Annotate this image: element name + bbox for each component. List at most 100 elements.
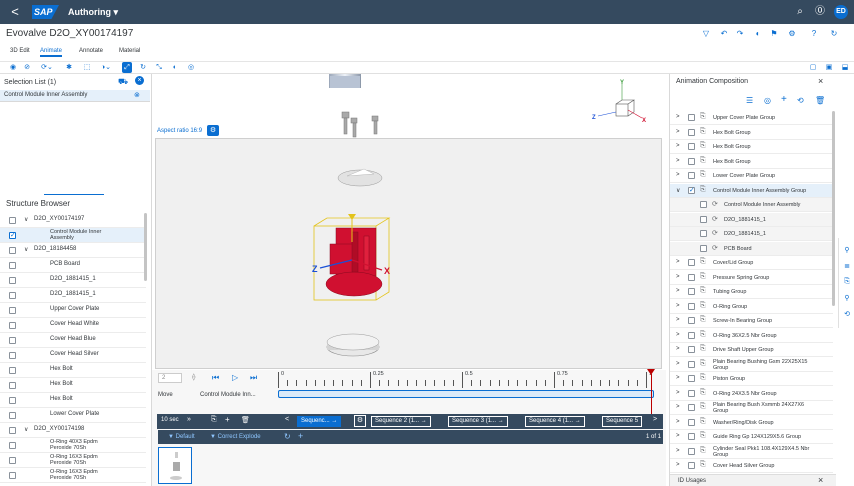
expand-icon[interactable]: » <box>187 416 191 423</box>
row-checkbox[interactable] <box>700 215 707 223</box>
expand-caret-icon[interactable]: > <box>676 404 680 410</box>
row-checkbox[interactable] <box>700 244 707 252</box>
structure-row[interactable]: O-Ring 40X3 Epdm Peroxide 70Sh <box>0 438 146 453</box>
animation-row[interactable]: > ⎘ Hex Bolt Group <box>670 140 833 154</box>
expand-caret-icon[interactable]: ∨ <box>676 187 680 194</box>
copy-icon[interactable]: ⎘ <box>211 416 217 424</box>
expand-caret-icon[interactable]: > <box>676 114 680 120</box>
expand-caret-icon[interactable]: > <box>676 361 680 367</box>
expand-caret-icon[interactable]: > <box>676 317 680 323</box>
play-icon[interactable]: ▷ <box>232 373 238 382</box>
color-tool-icon[interactable]: ◎ <box>186 62 196 73</box>
remove-icon[interactable]: ⊗ <box>134 91 140 99</box>
row-checkbox[interactable] <box>688 404 695 411</box>
structure-row[interactable]: Control Module Inner Assembly <box>0 228 146 243</box>
playhead-handle[interactable] <box>647 369 655 375</box>
app-title-menu[interactable]: Authoring ▾ <box>68 6 118 18</box>
layers-icon[interactable]: ≣ <box>842 262 852 272</box>
row-checkbox[interactable] <box>9 277 16 284</box>
row-checkbox[interactable] <box>9 382 16 389</box>
row-checkbox[interactable] <box>688 186 695 194</box>
row-checkbox[interactable] <box>9 472 16 479</box>
row-checkbox[interactable] <box>9 262 16 269</box>
row-checkbox[interactable] <box>688 462 695 469</box>
structure-row[interactable]: PCB Board <box>0 258 146 273</box>
row-checkbox[interactable] <box>688 389 695 397</box>
explode-icon[interactable]: ✱ <box>64 62 74 73</box>
animation-row[interactable]: > ⎘ Guide Ring Gp 124X129X5.6 Group <box>670 430 833 444</box>
target-icon[interactable]: ◎ <box>764 96 771 105</box>
animation-row[interactable]: > ⎘ Cylinder Seal Pkk1 108.4X129X4.5 Nbr G… <box>670 445 833 459</box>
animation-scrollbar[interactable] <box>832 111 835 306</box>
row-checkbox[interactable] <box>9 397 16 404</box>
tab-animate[interactable]: Animate <box>40 46 63 57</box>
expand-caret-icon[interactable]: > <box>676 448 680 454</box>
structure-row[interactable]: Lower Cover Plate <box>0 408 146 423</box>
expand-caret-icon[interactable]: > <box>676 303 680 309</box>
animation-row[interactable]: > ⎘ Lower Cover Plate Group <box>670 169 833 183</box>
history-icon[interactable]: ⟲ <box>842 310 852 320</box>
animation-row[interactable]: > ⎘ Cover Head Silver Group <box>670 459 833 473</box>
y-gizmo-arrow[interactable] <box>348 214 356 220</box>
sequence-settings-icon[interactable]: ⚙ <box>354 415 366 427</box>
expand-caret-icon[interactable]: ∨ <box>24 246 28 253</box>
flag-icon[interactable]: ⚑ <box>768 29 780 38</box>
undo-icon[interactable]: ↶ <box>718 29 730 38</box>
animation-row[interactable]: ⟳ Control Module Inner Assembly <box>670 198 833 212</box>
row-checkbox[interactable] <box>688 273 695 281</box>
zoom-icon[interactable]: ⚲ <box>842 294 852 304</box>
expand-caret-icon[interactable]: > <box>676 158 680 164</box>
panel-bottom-icon[interactable]: ⬓ <box>840 62 850 73</box>
expand-caret-icon[interactable]: > <box>676 462 680 468</box>
link-icon[interactable]: ⟲ <box>797 96 804 105</box>
cart-icon[interactable]: ⛟ <box>118 77 128 87</box>
delete-icon[interactable]: 🗑 <box>241 416 250 424</box>
add-icon[interactable]: + <box>225 415 230 424</box>
expand-caret-icon[interactable]: > <box>676 259 680 265</box>
structure-row[interactable]: ∨ D2O_XY00174198 <box>0 423 146 438</box>
tab-material[interactable]: Material <box>119 46 140 57</box>
expand-caret-icon[interactable]: > <box>676 390 680 396</box>
animation-row[interactable]: ⟳ PCB Board <box>670 241 833 256</box>
row-checkbox[interactable] <box>9 412 16 419</box>
row-checkbox[interactable] <box>688 114 695 121</box>
sequence-tab-2[interactable]: Sequence 2 (1... → <box>371 416 431 427</box>
row-checkbox[interactable] <box>9 367 16 374</box>
correct-explode-view[interactable]: ▼ Correct Explode <box>210 434 261 440</box>
animation-row[interactable]: > ⎘ Cover/Lid Group <box>670 256 833 270</box>
add-animation-icon[interactable]: + <box>781 94 787 105</box>
row-checkbox[interactable] <box>700 230 707 237</box>
row-checkbox[interactable] <box>688 259 695 266</box>
timeline-ruler[interactable]: 00.250.50.751 <box>274 370 654 388</box>
tab-annotate[interactable]: Annotate <box>79 46 103 57</box>
trash-icon[interactable]: 🗑 <box>815 96 825 105</box>
row-checkbox[interactable] <box>9 352 16 359</box>
row-checkbox[interactable] <box>688 172 695 179</box>
prev-sequence-icon[interactable]: < <box>285 416 289 423</box>
tab-3d-edit[interactable]: 3D Edit <box>10 46 30 57</box>
animation-row[interactable]: > ⎘ Piston Group <box>670 372 833 386</box>
animation-row[interactable]: > ⎘ O-Ring 36X2.5 Nbr Group <box>670 329 833 343</box>
animation-row[interactable]: > ⎘ Pressure Spring Group <box>670 271 833 285</box>
id-usages-close-icon[interactable]: × <box>818 475 823 485</box>
row-checkbox[interactable] <box>700 201 707 208</box>
expand-caret-icon[interactable]: > <box>676 143 680 149</box>
row-checkbox[interactable] <box>688 302 695 310</box>
sequence-tab-1[interactable]: Sequenc... → <box>297 416 342 427</box>
help-circle-icon[interactable]: ? <box>808 29 820 38</box>
list-icon[interactable]: ☰ <box>746 96 753 105</box>
animation-row[interactable]: ⟳ D2O_1881415_1 <box>670 212 833 227</box>
rotate-tool-icon[interactable]: ↻ <box>138 62 148 73</box>
expand-caret-icon[interactable]: > <box>676 172 680 178</box>
structure-row[interactable]: Upper Cover Plate <box>0 303 146 318</box>
expand-caret-icon[interactable]: > <box>676 288 680 294</box>
row-checkbox[interactable] <box>9 337 16 344</box>
splitter-handle[interactable] <box>44 194 104 195</box>
expand-caret-icon[interactable]: > <box>676 129 680 135</box>
close-icon[interactable]: × <box>818 76 823 86</box>
frame-input[interactable]: 2 <box>158 373 182 383</box>
animation-row[interactable]: > ⎘ Hex Bolt Group <box>670 155 833 169</box>
view-thumbnail[interactable] <box>158 447 192 484</box>
row-checkbox[interactable] <box>9 307 16 314</box>
orbit-dropdown[interactable]: ⟳⌄ <box>38 62 56 73</box>
